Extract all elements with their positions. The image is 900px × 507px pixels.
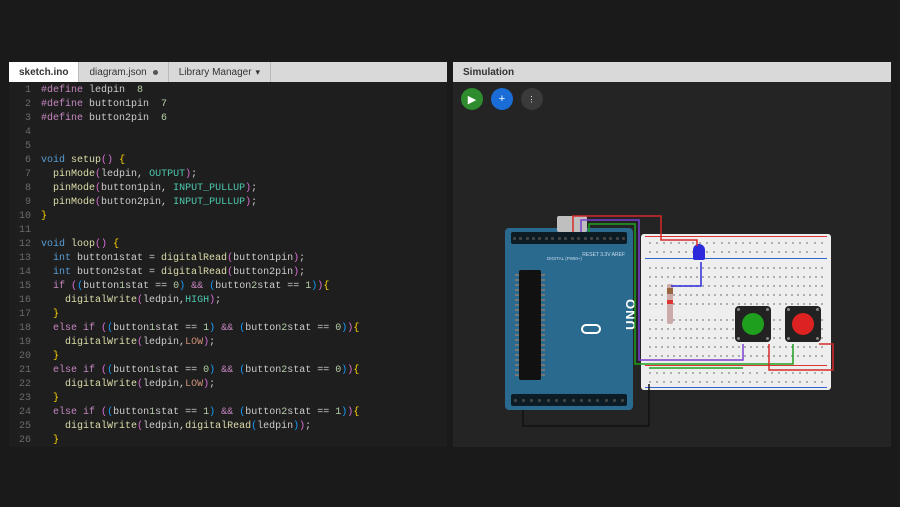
editor-pane: sketch.ino diagram.json Library Manager …: [9, 62, 447, 447]
breadboard-power-rail-top: [649, 238, 823, 256]
tab-sketch-ino[interactable]: sketch.ino: [9, 62, 79, 82]
tab-library-manager[interactable]: Library Manager ▾: [169, 62, 271, 82]
breadboard-rail-neg-bot: [645, 387, 827, 388]
play-icon: ▶: [468, 93, 476, 106]
resistor-component[interactable]: [667, 284, 673, 324]
simulation-pane: Simulation ▶ + ⋮ UNO DIGITAL (PWM~) R: [453, 62, 891, 447]
code-content: #define ledpin 8#define button1pin 7#def…: [37, 82, 447, 447]
simulation-toolbar: ▶ + ⋮: [453, 82, 891, 116]
arduino-power-analog-header[interactable]: [511, 394, 627, 406]
simulation-title: Simulation: [463, 67, 514, 78]
breadboard-rail-neg-top: [645, 258, 827, 259]
arduino-digital-header[interactable]: [511, 232, 627, 244]
tab-diagram-json[interactable]: diagram.json: [79, 62, 168, 82]
breadboard-power-rail-bot: [649, 368, 823, 386]
line-number-gutter: 1234567891011121314151617181920212223242…: [9, 82, 37, 447]
chevron-down-icon: ▾: [256, 67, 261, 78]
editor-tabbar: sketch.ino diagram.json Library Manager …: [9, 62, 447, 82]
arduino-uno-board[interactable]: UNO DIGITAL (PWM~) RESET 3.3V AREF: [505, 228, 633, 410]
tab-label: sketch.ino: [19, 67, 68, 78]
simulation-header: Simulation: [453, 62, 891, 82]
button-cap: [742, 313, 764, 335]
play-button[interactable]: ▶: [461, 88, 483, 110]
code-editor[interactable]: 1234567891011121314151617181920212223242…: [9, 82, 447, 447]
unsaved-dot-icon: [153, 70, 158, 75]
simulation-menu-button[interactable]: ⋮: [521, 88, 543, 110]
arduino-logo-icon: [581, 324, 601, 334]
plus-icon: +: [499, 93, 505, 105]
simulation-canvas[interactable]: UNO DIGITAL (PWM~) RESET 3.3V AREF: [453, 116, 891, 447]
kebab-icon: ⋮: [528, 95, 537, 104]
arduino-reset-label: RESET 3.3V AREF: [582, 252, 625, 258]
arduino-pin-labels: DIGITAL (PWM~): [547, 256, 582, 262]
button-cap: [792, 313, 814, 335]
breadboard-rail-pos-top: [645, 236, 827, 237]
breadboard-terminal-strip-a: [649, 264, 823, 308]
arduino-board-name: UNO: [623, 298, 638, 330]
tab-label: Library Manager: [179, 67, 252, 78]
breadboard-rail-pos-bot: [645, 365, 827, 366]
add-component-button[interactable]: +: [491, 88, 513, 110]
tab-label: diagram.json: [89, 67, 146, 78]
push-button-green[interactable]: [735, 306, 771, 342]
led-component[interactable]: [693, 244, 705, 260]
push-button-red[interactable]: [785, 306, 821, 342]
arduino-atmega-chip: [519, 270, 541, 380]
